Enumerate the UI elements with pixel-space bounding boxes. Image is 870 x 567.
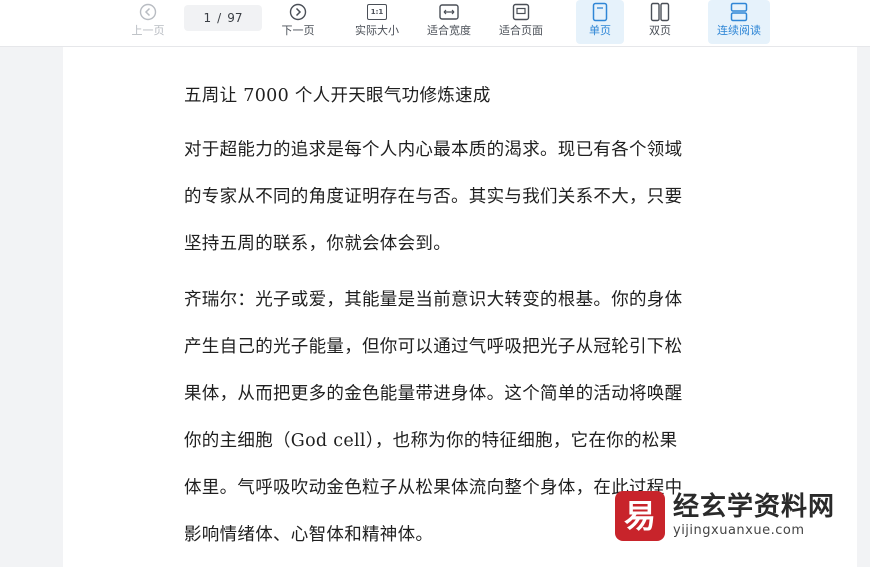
prev-page-label: 上一页 (131, 24, 165, 37)
chevron-left-circle-icon (139, 1, 157, 23)
next-page-button[interactable]: 下一页 (276, 0, 320, 44)
fit-page-label: 适合页面 (499, 24, 543, 37)
total-pages: 97 (227, 11, 243, 25)
page-separator: / (217, 11, 222, 25)
continuous-reading-button[interactable]: 连续阅读 (708, 0, 770, 44)
actual-size-label: 实际大小 (355, 24, 399, 37)
current-page: 1 (203, 11, 212, 25)
document-title: 五周让 7000 个人开天眼气功修炼速成 (184, 86, 491, 106)
continuous-reading-label: 连续阅读 (717, 24, 761, 37)
paragraph-2-line-1: 齐瑞尔：光子或爱，其能量是当前意识大转变的根基。你的身体 (184, 290, 683, 310)
continuous-reading-icon (730, 1, 748, 23)
paragraph-1-line-2: 的专家从不同的角度证明存在与否。其实与我们关系不大，只要 (184, 187, 683, 207)
actual-size-glyph: 1:1 (367, 4, 387, 20)
site-logo-glyph: 易 (624, 497, 656, 535)
single-page-icon (592, 1, 608, 23)
viewer-toolbar: 上一页 1 / 97 下一页 1:1 实际大小 适合宽度 适合页面 单页 双页 … (0, 0, 870, 47)
next-page-label: 下一页 (281, 24, 315, 37)
single-page-label: 单页 (589, 24, 611, 37)
fit-width-label: 适合宽度 (427, 24, 471, 37)
fit-page-button[interactable]: 适合页面 (494, 0, 548, 44)
watermark-site-url: yijingxuanxue.com (673, 523, 805, 538)
fit-width-button[interactable]: 适合宽度 (422, 0, 476, 44)
paragraph-2-line-2: 产生自己的光子能量，但你可以通过气呼吸把光子从冠轮引下松 (184, 337, 683, 357)
chevron-right-circle-icon (289, 1, 307, 23)
double-page-button[interactable]: 双页 (636, 0, 684, 44)
actual-size-button[interactable]: 1:1 实际大小 (350, 0, 404, 44)
watermark-site-name: 经玄学资料网 (673, 492, 836, 522)
double-page-icon (650, 1, 670, 23)
paragraph-1-line-3: 坚持五周的联系，你就会体会到。 (184, 234, 451, 254)
site-logo-icon: 易 (615, 491, 665, 541)
double-page-label: 双页 (649, 24, 671, 37)
prev-page-button[interactable]: 上一页 (126, 0, 170, 44)
paragraph-2-line-4: 你的主细胞（God cell），也称为你的特征细胞，它在你的松果 (184, 431, 678, 451)
site-watermark: 易 经玄学资料网 yijingxuanxue.com (613, 486, 853, 546)
paragraph-1-line-1: 对于超能力的追求是每个人内心最本质的渴求。现已有各个领域 (184, 140, 683, 160)
actual-size-icon: 1:1 (367, 1, 387, 23)
fit-page-icon (512, 1, 530, 23)
page-number-input[interactable]: 1 / 97 (184, 5, 262, 31)
paragraph-2-line-3: 果体，从而把更多的金色能量带进身体。这个简单的活动将唤醒 (184, 384, 683, 404)
fit-width-icon (439, 1, 459, 23)
single-page-button[interactable]: 单页 (576, 0, 624, 44)
